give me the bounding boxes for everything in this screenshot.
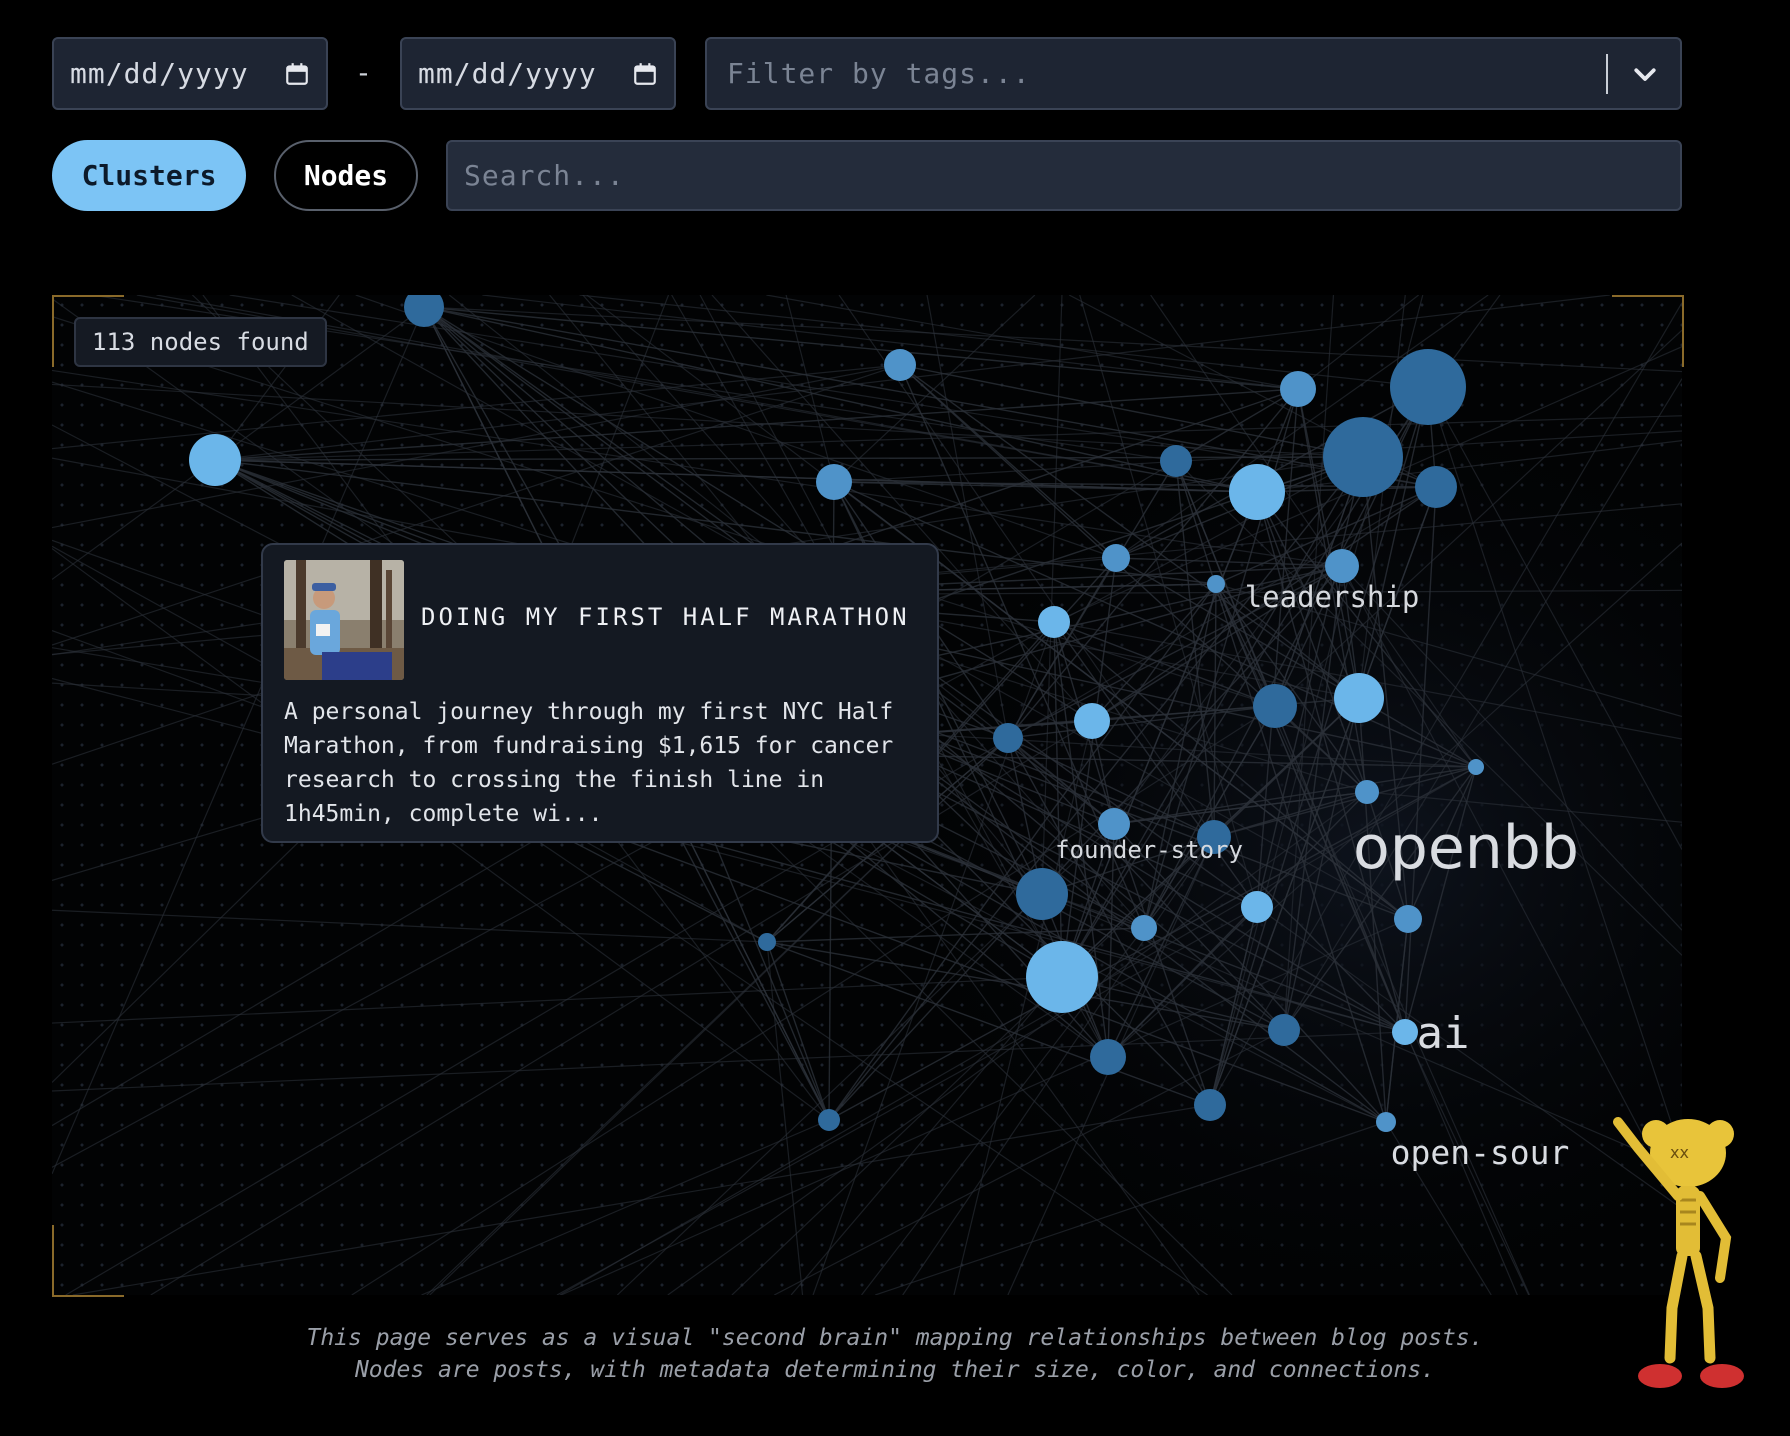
graph-node[interactable]	[1355, 780, 1379, 804]
tag-filter-placeholder: Filter by tags...	[727, 57, 1031, 90]
graph-node[interactable]	[1394, 905, 1422, 933]
tag-filter-select[interactable]: Filter by tags...	[705, 37, 1682, 110]
svg-text:xx: xx	[1670, 1143, 1689, 1162]
graph-node[interactable]	[1194, 1089, 1226, 1121]
graph-node[interactable]	[1241, 891, 1273, 923]
node-count-badge: 113 nodes found	[74, 317, 327, 367]
cluster-label-founder-story: founder-story	[1055, 836, 1243, 864]
footer-line-2: Nodes are posts, with metadata determini…	[354, 1357, 1436, 1383]
graph-node[interactable]	[758, 933, 776, 951]
post-preview-card[interactable]: DOING MY FIRST HALF MARATHON A personal …	[261, 543, 939, 843]
graph-node[interactable]	[1131, 915, 1157, 941]
graph-node[interactable]	[1160, 445, 1192, 477]
date-end-placeholder: mm/dd/yyyy	[418, 57, 597, 90]
graph-node[interactable]	[1090, 1039, 1126, 1075]
nodes-toggle-button[interactable]: Nodes	[274, 140, 418, 211]
search-box	[446, 140, 1682, 211]
graph-edge	[355, 295, 1117, 559]
graph-node[interactable]	[884, 349, 916, 381]
post-description: A personal journey through my first NYC …	[284, 699, 894, 827]
graph-node[interactable]	[189, 434, 241, 486]
search-input[interactable]	[448, 142, 1680, 209]
graph-node[interactable]	[1229, 464, 1285, 520]
graph-edge	[423, 306, 1682, 373]
graph-node[interactable]	[1016, 868, 1068, 920]
graph-node[interactable]	[1280, 371, 1316, 407]
calendar-icon[interactable]	[284, 61, 310, 87]
date-start-placeholder: mm/dd/yyyy	[70, 57, 249, 90]
calendar-icon[interactable]	[632, 61, 658, 87]
tag-filter-divider	[1606, 53, 1608, 94]
chevron-down-icon[interactable]	[1630, 59, 1660, 89]
graph-node[interactable]	[993, 723, 1023, 753]
graph-edge	[421, 1119, 830, 1295]
graph-edge	[52, 909, 768, 943]
graph-node[interactable]	[1207, 575, 1225, 593]
graph-node[interactable]	[816, 464, 852, 500]
page-footer: This page serves as a visual "second bra…	[0, 1322, 1790, 1386]
graph-node[interactable]	[1253, 684, 1297, 728]
graph-node[interactable]	[1392, 1019, 1418, 1045]
clusters-toggle-button[interactable]: Clusters	[52, 140, 246, 211]
graph-node[interactable]	[1390, 349, 1466, 425]
date-start-input[interactable]: mm/dd/yyyy	[52, 37, 328, 110]
date-range-separator: -	[355, 56, 372, 89]
frame-corner-top-right	[1612, 295, 1684, 367]
graph-node[interactable]	[1468, 759, 1484, 775]
graph-node[interactable]	[1102, 544, 1130, 572]
graph-node[interactable]	[1376, 1112, 1396, 1132]
second-brain-page: mm/dd/yyyy - mm/dd/yyyy Filter by tags..…	[0, 0, 1790, 1436]
post-thumbnail	[284, 560, 404, 680]
frame-corner-bottom-left	[52, 1225, 124, 1297]
graph-node[interactable]	[1268, 1014, 1300, 1046]
cluster-label-open-source: open-sour	[1391, 1133, 1570, 1172]
cluster-label-openbb: openbb	[1353, 813, 1579, 883]
footer-line-1: This page serves as a visual "second bra…	[306, 1325, 1484, 1351]
graph-edge	[833, 295, 1036, 483]
graph-node[interactable]	[1038, 606, 1070, 638]
graph-node[interactable]	[1026, 941, 1098, 1013]
cluster-label-ai: ai	[1417, 1008, 1470, 1059]
date-end-input[interactable]: mm/dd/yyyy	[400, 37, 676, 110]
graph-node[interactable]	[1074, 703, 1110, 739]
graph-node[interactable]	[1334, 673, 1384, 723]
graph-node[interactable]	[1323, 417, 1403, 497]
post-title: DOING MY FIRST HALF MARATHON	[421, 603, 910, 631]
graph-node[interactable]	[818, 1109, 840, 1131]
graph-node[interactable]	[1415, 466, 1457, 508]
cluster-label-leadership: leadership	[1245, 580, 1420, 614]
graph-node[interactable]	[1325, 549, 1359, 583]
